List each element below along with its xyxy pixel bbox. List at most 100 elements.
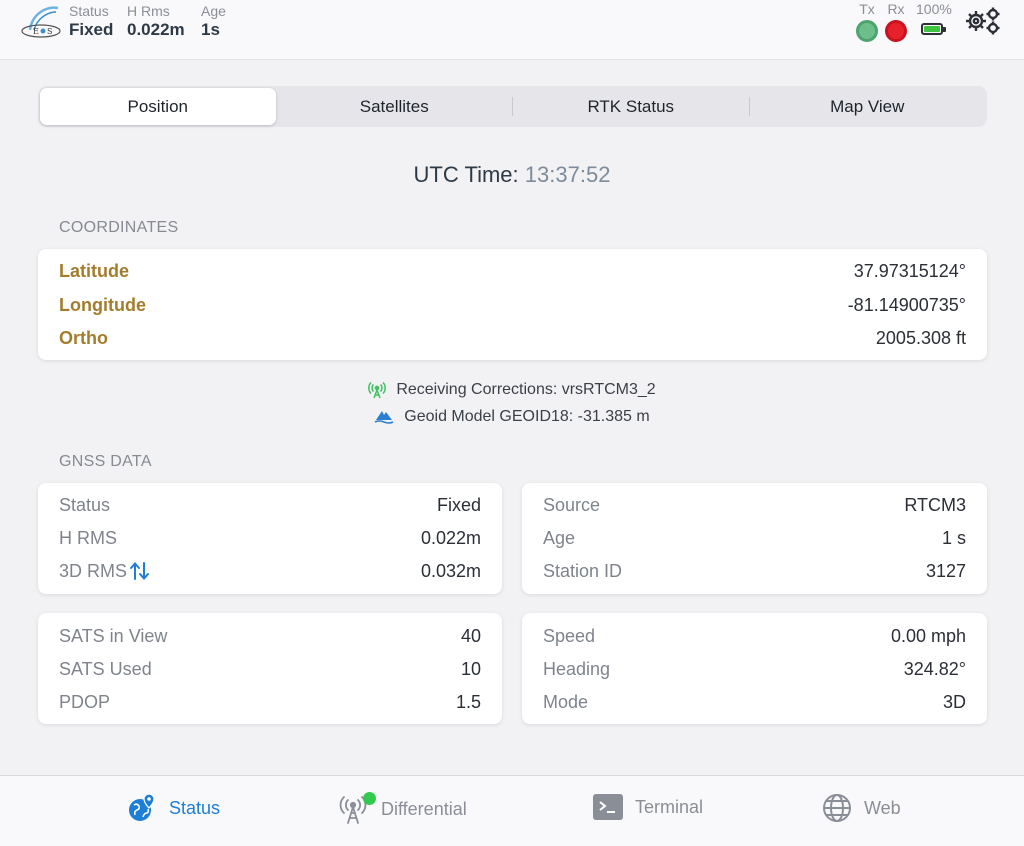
tabbar-status-label: Status <box>169 797 221 818</box>
gnss-status-label: Status <box>59 494 111 515</box>
sats-used-value: 10 <box>460 658 481 679</box>
tabbar-web-label: Web <box>864 797 901 818</box>
coordinates-section-label: COORDINATES <box>59 219 179 236</box>
sats-in-view-label: SATS in View <box>59 625 168 646</box>
gnss-section-label: GNSS DATA <box>59 453 152 470</box>
ortho-value: 2005.308 ft <box>875 327 966 348</box>
eos-logo: E S <box>21 6 61 38</box>
speed-row: Speed 0.00 mph <box>543 625 966 647</box>
header-status-value: Fixed <box>69 20 114 39</box>
bottom-tab-bar: Status Differential Terminal Web <box>0 775 1024 846</box>
header-h-rms: H Rms 0.022m <box>127 3 185 41</box>
ortho-label: Ortho <box>59 327 108 348</box>
web-globe-icon <box>823 794 851 822</box>
gnss-status-card: Status Fixed H RMS 0.022m 3D RMS 0.032m <box>38 483 502 594</box>
coordinates-card: Latitude 37.97315124° Longitude -81.1490… <box>38 249 987 360</box>
gnss-3d-rms-row: 3D RMS 0.032m <box>59 560 481 582</box>
latitude-label: Latitude <box>59 260 129 281</box>
rx-indicator: Rx <box>885 1 907 42</box>
station-id-value: 3127 <box>925 560 966 581</box>
mode-row: Mode 3D <box>543 691 966 713</box>
gnss-source-card: Source RTCM3 Age 1 s Station ID 3127 <box>522 483 987 594</box>
svg-text:S: S <box>47 27 52 36</box>
latitude-row: Latitude 37.97315124° <box>59 260 966 282</box>
station-id-label: Station ID <box>543 560 623 581</box>
header-age: Age 1s <box>201 3 226 41</box>
utc-time: UTC Time: 13:37:52 <box>0 162 1024 188</box>
status-header: E S Status Fixed H Rms 0.022m Age 1s Tx … <box>0 0 1024 60</box>
battery-indicator: 100% <box>916 1 952 35</box>
longitude-label: Longitude <box>59 294 146 315</box>
geoid-text: Geoid Model GEOID18: -31.385 m <box>404 408 650 425</box>
utc-value: 13:37:52 <box>524 162 611 187</box>
tx-led-icon <box>856 20 878 42</box>
header-status-label: Status <box>69 3 109 19</box>
longitude-value: -81.14900735° <box>847 294 966 315</box>
heading-label: Heading <box>543 658 611 679</box>
gnss-h-rms-row: H RMS 0.022m <box>59 527 481 549</box>
differential-status-dot <box>363 792 376 805</box>
gnss-motion-card: Speed 0.00 mph Heading 324.82° Mode 3D <box>522 613 987 724</box>
tabbar-terminal-label: Terminal <box>635 796 704 817</box>
view-tabs: Position Satellites RTK Status Map View <box>38 86 987 127</box>
gnss-satellites-card: SATS in View 40 SATS Used 10 PDOP 1.5 <box>38 613 502 724</box>
tabbar-item-terminal[interactable]: Terminal <box>593 793 703 821</box>
sats-used-label: SATS Used <box>59 658 152 679</box>
geoid-icon <box>374 411 394 424</box>
header-age-value: 1s <box>201 20 220 39</box>
age-label: Age <box>543 527 576 548</box>
tx-label: Tx <box>859 1 875 17</box>
station-id-row: Station ID 3127 <box>543 560 966 582</box>
ortho-row: Ortho 2005.308 ft <box>59 327 966 349</box>
tabbar-item-differential[interactable]: Differential <box>337 792 467 825</box>
corrections-line: Receiving Corrections: vrsRTCM3_2 <box>0 381 1024 399</box>
svg-text:E: E <box>33 27 39 36</box>
mode-value: 3D <box>942 691 966 712</box>
tab-rtk-status[interactable]: RTK Status <box>513 88 749 125</box>
globe-pin-icon <box>129 793 155 821</box>
header-h-rms-value: 0.022m <box>127 20 185 39</box>
pdop-label: PDOP <box>59 691 111 712</box>
corrections-text: Receiving Corrections: vrsRTCM3_2 <box>396 381 656 398</box>
tabbar-item-status[interactable]: Status <box>127 793 220 823</box>
pdop-value: 1.5 <box>455 691 481 712</box>
tab-map-view[interactable]: Map View <box>750 88 986 125</box>
sats-in-view-value: 40 <box>460 625 481 646</box>
mode-label: Mode <box>543 691 589 712</box>
gnss-status-row: Status Fixed <box>59 494 481 516</box>
latitude-value: 37.97315124° <box>853 260 966 281</box>
source-label: Source <box>543 494 601 515</box>
up-down-arrows-icon[interactable] <box>129 561 151 581</box>
tabbar-differential-label: Differential <box>381 798 467 819</box>
sats-in-view-row: SATS in View 40 <box>59 625 481 647</box>
pdop-row: PDOP 1.5 <box>59 691 481 713</box>
heading-value: 324.82° <box>903 658 966 679</box>
gnss-h-rms-value: 0.022m <box>420 527 481 548</box>
rx-label: Rx <box>887 1 905 17</box>
gnss-h-rms-label: H RMS <box>59 527 117 548</box>
header-age-label: Age <box>201 3 226 19</box>
battery-icon <box>920 23 946 35</box>
utc-label: UTC Time: <box>413 162 519 187</box>
battery-fill <box>923 26 940 32</box>
corrections-antenna-icon <box>368 381 387 399</box>
rx-led-icon <box>885 20 907 42</box>
header-status: Status Fixed <box>69 3 113 41</box>
tab-position[interactable]: Position <box>40 88 276 125</box>
geoid-line: Geoid Model GEOID18: -31.385 m <box>0 408 1024 426</box>
battery-label: 100% <box>916 1 952 17</box>
heading-row: Heading 324.82° <box>543 658 966 680</box>
terminal-icon <box>593 794 623 820</box>
gnss-3d-rms-value: 0.032m <box>420 560 481 581</box>
speed-value: 0.00 mph <box>890 625 966 646</box>
gnss-status-value: Fixed <box>436 494 481 515</box>
tx-indicator: Tx <box>856 1 878 42</box>
tabbar-item-web[interactable]: Web <box>822 793 901 823</box>
settings-gears-icon[interactable] <box>963 5 1003 39</box>
source-value: RTCM3 <box>904 494 966 515</box>
longitude-row: Longitude -81.14900735° <box>59 294 966 316</box>
sats-used-row: SATS Used 10 <box>59 658 481 680</box>
tab-satellites[interactable]: Satellites <box>277 88 513 125</box>
age-value: 1 s <box>941 527 966 548</box>
gnss-3d-rms-label: 3D RMS <box>59 560 128 581</box>
